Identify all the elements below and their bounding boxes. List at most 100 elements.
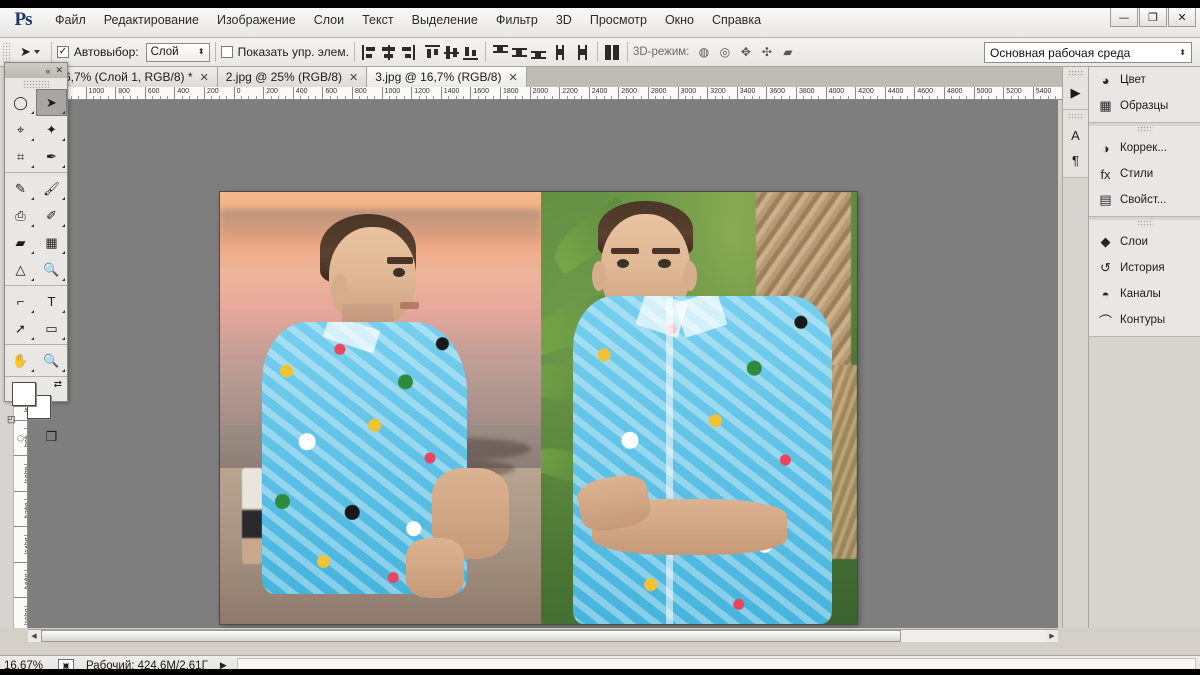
history-brush-tool[interactable]: ✐: [36, 202, 67, 229]
workspace-select[interactable]: Основная рабочая среда ⬍: [984, 42, 1192, 63]
align-horizontal-centers-icon[interactable]: [380, 44, 397, 61]
dodge-tool[interactable]: 🔍: [36, 256, 67, 283]
swap-colors-icon[interactable]: ⇄: [54, 379, 62, 390]
menu-item-5[interactable]: Выделение: [403, 10, 487, 30]
spot-healing-brush-tool[interactable]: ✎: [5, 175, 36, 202]
lasso-icon: ⌖: [16, 121, 25, 137]
gradient-tool[interactable]: ▦: [36, 229, 67, 256]
panel-tab-adjustments-panel[interactable]: ◑ Коррек...: [1089, 135, 1200, 161]
distribute-top-edges-icon[interactable]: [492, 44, 509, 61]
document-canvas-area[interactable]: [28, 100, 1058, 628]
hand-tool[interactable]: ✋: [5, 347, 36, 374]
ruler-minor-tick-h: [122, 96, 124, 99]
menu-item-6[interactable]: Фильтр: [487, 10, 547, 30]
menu-item-10[interactable]: Справка: [703, 10, 770, 30]
close-icon[interactable]: ✕: [349, 71, 358, 84]
brush-tool[interactable]: 🖌: [36, 175, 67, 202]
align-left-edges-icon[interactable]: [361, 44, 378, 61]
close-button[interactable]: ✕: [1168, 7, 1196, 27]
3d-slide-icon[interactable]: ✣: [758, 44, 775, 60]
horizontal-ruler[interactable]: 0100080060040020002004006008001000120014…: [56, 87, 1086, 100]
menu-item-4[interactable]: Текст: [353, 10, 402, 30]
3d-camera-icon[interactable]: ▰: [779, 44, 796, 60]
panel-tab-color-panel[interactable]: ◕ Цвет: [1089, 67, 1200, 93]
foreground-color-swatch[interactable]: [12, 382, 36, 406]
character-panel-icon[interactable]: A: [1063, 123, 1088, 148]
lasso-tool[interactable]: ⌖: [5, 116, 36, 143]
autoselect-scope-select[interactable]: Слой ⬍: [145, 42, 210, 62]
eyedropper-tool[interactable]: ✒: [36, 143, 67, 170]
panel-grip[interactable]: [1067, 113, 1084, 120]
tools-panel-grip[interactable]: [23, 80, 49, 88]
align-right-edges-icon[interactable]: [399, 44, 416, 61]
path-selection-tool[interactable]: ➚: [5, 315, 36, 342]
clone-stamp-tool[interactable]: ⎙: [5, 202, 36, 229]
auto-align-layers-icon[interactable]: [604, 44, 621, 61]
document-tab-2[interactable]: 3.jpg @ 16,7% (RGB/8) ✕: [367, 67, 527, 87]
panel-grip[interactable]: [1136, 126, 1153, 133]
paragraph-panel-icon[interactable]: ¶: [1063, 148, 1088, 173]
menu-item-9[interactable]: Окно: [656, 10, 703, 30]
close-icon[interactable]: ✕: [200, 71, 209, 84]
minimize-button[interactable]: —: [1110, 7, 1138, 27]
panel-tab-channels-panel[interactable]: ◓ Каналы: [1089, 281, 1200, 307]
tools-panel-header[interactable]: « ✕: [5, 63, 67, 78]
scroll-left-arrow[interactable]: ◀: [28, 630, 40, 642]
3d-pan-icon[interactable]: ✥: [737, 44, 754, 60]
panel-tab-layers-panel[interactable]: ◆ Слои: [1089, 229, 1200, 255]
distribute-left-edges-icon[interactable]: [555, 44, 572, 61]
restore-button[interactable]: ❐: [1139, 7, 1167, 27]
menu-item-1[interactable]: Редактирование: [95, 10, 208, 30]
options-bar-grip[interactable]: [2, 41, 11, 63]
rectangle-tool[interactable]: ▭: [36, 315, 67, 342]
eraser-tool[interactable]: ▰: [5, 229, 36, 256]
quick-mask-icon[interactable]: ◌: [5, 425, 36, 449]
play-action-icon[interactable]: ▶: [1063, 80, 1088, 105]
type-tool[interactable]: T: [36, 288, 67, 315]
panel-grip[interactable]: [1067, 70, 1084, 77]
panel-grip[interactable]: [1136, 220, 1153, 227]
menu-item-8[interactable]: Просмотр: [581, 10, 656, 30]
blur-tool[interactable]: △: [5, 256, 36, 283]
distribute-bottom-edges-icon[interactable]: [530, 44, 547, 61]
show-transform-controls-checkbox[interactable]: [220, 46, 233, 58]
document-horizontal-scrollbar[interactable]: ◀ ▶: [28, 629, 1058, 642]
close-icon[interactable]: ✕: [55, 65, 63, 76]
panel-tab-properties-panel[interactable]: ▤ Свойст...: [1089, 187, 1200, 213]
3d-orbit-icon[interactable]: ◍: [695, 44, 712, 60]
collapse-icon[interactable]: «: [45, 66, 50, 76]
default-colors-icon[interactable]: ◰: [7, 414, 16, 425]
crop-tool[interactable]: ⌗: [5, 143, 36, 170]
align-bottom-edges-icon[interactable]: [462, 44, 479, 61]
ruler-minor-tick-h: [692, 96, 694, 99]
menu-item-2[interactable]: Изображение: [208, 10, 305, 30]
align-top-edges-icon[interactable]: [424, 44, 441, 61]
pen-tool[interactable]: ⌐: [5, 288, 36, 315]
distribute-vertical-centers-icon[interactable]: [511, 44, 528, 61]
panel-tab-styles-panel[interactable]: fx Стили: [1089, 161, 1200, 187]
horizontal-scroll-thumb[interactable]: [41, 630, 901, 642]
menu-item-3[interactable]: Слои: [305, 10, 353, 30]
image-canvas[interactable]: [220, 192, 857, 624]
magic-wand-tool[interactable]: ✦: [36, 116, 67, 143]
panel-tab-history-panel[interactable]: ↺ История: [1089, 255, 1200, 281]
menu-item-0[interactable]: Файл: [46, 10, 95, 30]
zoom-tool[interactable]: 🔍: [36, 347, 67, 374]
menu-item-7[interactable]: 3D: [547, 10, 581, 30]
3d-roll-icon[interactable]: ◎: [716, 44, 733, 60]
autoselect-checkbox[interactable]: ✓: [56, 46, 69, 58]
scroll-right-arrow[interactable]: ▶: [1046, 630, 1058, 642]
document-tab-title: 3.jpg @ 16,7% (RGB/8): [375, 70, 502, 84]
screen-mode-icon[interactable]: ❐: [36, 425, 67, 449]
divider: [5, 344, 67, 345]
close-icon[interactable]: ✕: [508, 71, 517, 84]
panel-tab-paths-panel[interactable]: ⌒ Контуры: [1089, 307, 1200, 333]
distribute-horizontal-centers-icon[interactable]: [574, 44, 591, 61]
align-vertical-centers-icon[interactable]: [443, 44, 460, 61]
active-tool-preset[interactable]: ➤: [14, 41, 46, 64]
panel-tab-swatches-panel[interactable]: ▦ Образцы: [1089, 93, 1200, 119]
document-tab-0[interactable]: 6,7% (Слой 1, RGB/8) * ✕: [56, 67, 218, 87]
move-tool[interactable]: ➤: [36, 89, 67, 116]
elliptical-marquee-tool[interactable]: ◯: [5, 89, 36, 116]
document-tab-1[interactable]: 2.jpg @ 25% (RGB/8) ✕: [217, 67, 368, 87]
